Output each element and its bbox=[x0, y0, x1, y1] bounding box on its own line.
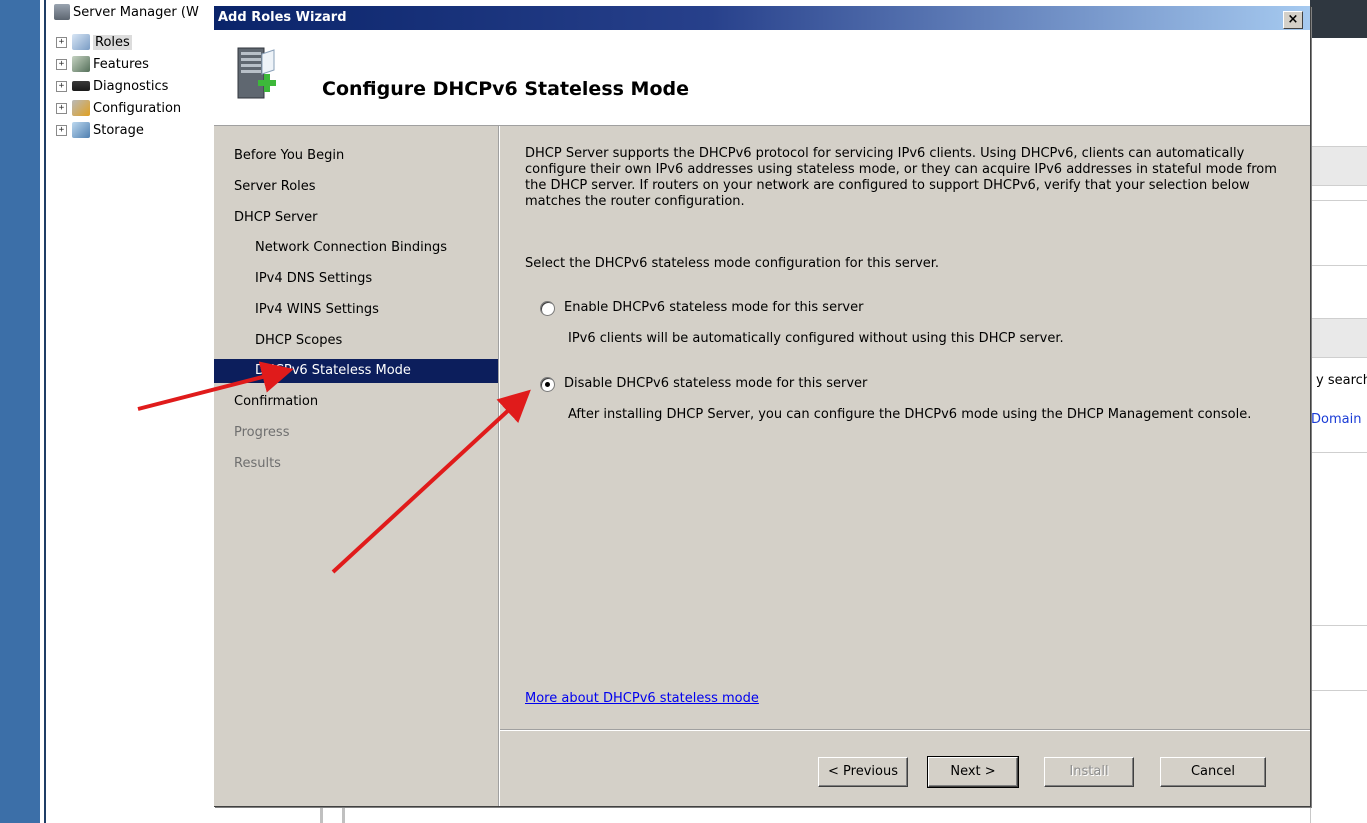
diagnostics-icon bbox=[72, 81, 90, 91]
details-section-body bbox=[1310, 200, 1367, 266]
page-description: DHCP Server supports the DHCPv6 protocol… bbox=[525, 146, 1277, 209]
nav-step-server-roles[interactable]: Server Roles bbox=[234, 175, 316, 199]
tree-item-label: Features bbox=[93, 56, 149, 72]
statusbar-splitter[interactable] bbox=[342, 806, 345, 823]
next-button[interactable]: Next > bbox=[927, 756, 1019, 788]
footer-divider-highlight bbox=[500, 730, 1310, 731]
server-manager-title: Server Manager (W bbox=[73, 4, 199, 20]
nav-step-dhcpv6-stateless-mode[interactable]: DHCPv6 Stateless Mode bbox=[214, 359, 498, 383]
install-button: Install bbox=[1044, 757, 1134, 787]
nav-step-ipv4-wins-settings[interactable]: IPv4 WINS Settings bbox=[255, 298, 379, 322]
nav-step-results: Results bbox=[234, 456, 281, 471]
details-domain-link[interactable]: Domain bbox=[1311, 412, 1361, 427]
wizard-header: Configure DHCPv6 Stateless Mode bbox=[214, 30, 1310, 126]
statusbar-splitter[interactable] bbox=[320, 806, 323, 823]
storage-icon bbox=[72, 122, 90, 138]
enable-stateless-help: IPv6 clients will be automatically confi… bbox=[568, 331, 1064, 346]
nav-step-dhcp-scopes[interactable]: DHCP Scopes bbox=[255, 329, 342, 353]
radio-selected-dot bbox=[545, 382, 550, 387]
page-title: Configure DHCPv6 Stateless Mode bbox=[322, 78, 690, 100]
nav-step-before-you-begin[interactable]: Before You Begin bbox=[234, 144, 344, 168]
selection-prompt: Select the DHCPv6 stateless mode configu… bbox=[525, 256, 940, 271]
details-section-band bbox=[1310, 146, 1367, 186]
nav-step-progress: Progress bbox=[234, 425, 290, 440]
nav-step-dhcp-server[interactable]: DHCP Server bbox=[234, 206, 317, 230]
details-search-text: y search bbox=[1316, 373, 1367, 388]
cancel-button[interactable]: Cancel bbox=[1160, 757, 1266, 787]
tree-root-server-manager[interactable]: Server Manager (W bbox=[54, 3, 199, 21]
details-divider bbox=[1310, 625, 1367, 626]
enable-stateless-label[interactable]: Enable DHCPv6 stateless mode for this se… bbox=[564, 300, 863, 315]
expand-icon[interactable]: + bbox=[56, 80, 67, 92]
roles-icon bbox=[72, 34, 90, 50]
configuration-icon bbox=[72, 100, 90, 116]
server-manager-left-strip bbox=[0, 0, 40, 823]
close-button[interactable]: × bbox=[1283, 11, 1303, 29]
tree-item-roles[interactable]: + Roles bbox=[56, 33, 132, 51]
tree-item-features[interactable]: + Features bbox=[56, 55, 149, 73]
expand-icon[interactable]: + bbox=[56, 102, 67, 114]
tree-item-label: Roles bbox=[93, 34, 132, 50]
disable-stateless-help: After installing DHCP Server, you can co… bbox=[568, 407, 1252, 422]
details-section-band bbox=[1310, 318, 1367, 358]
tree-item-storage[interactable]: + Storage bbox=[56, 121, 144, 139]
expand-icon[interactable]: + bbox=[56, 58, 67, 70]
more-about-link[interactable]: More about DHCPv6 stateless mode bbox=[525, 691, 759, 706]
nav-step-confirmation[interactable]: Confirmation bbox=[234, 390, 318, 414]
enable-stateless-radio[interactable] bbox=[540, 301, 555, 316]
disable-stateless-label[interactable]: Disable DHCPv6 stateless mode for this s… bbox=[564, 376, 867, 391]
wizard-window-title: Add Roles Wizard bbox=[218, 10, 347, 25]
nav-step-network-connection-bindings[interactable]: Network Connection Bindings bbox=[255, 236, 447, 260]
tree-item-label: Diagnostics bbox=[93, 78, 169, 94]
wizard-titlebar[interactable]: Add Roles Wizard × bbox=[214, 6, 1310, 30]
tree-item-diagnostics[interactable]: + Diagnostics bbox=[56, 77, 168, 95]
previous-button[interactable]: < Previous bbox=[818, 757, 908, 787]
server-manager-statusbar bbox=[214, 806, 1310, 823]
server-add-role-icon bbox=[237, 47, 276, 99]
details-divider bbox=[1310, 690, 1367, 691]
add-roles-wizard-window: Add Roles Wizard × Configure DHCPv6 Stat… bbox=[214, 6, 1311, 807]
tree-item-label: Configuration bbox=[93, 100, 182, 116]
nav-step-ipv4-dns-settings[interactable]: IPv4 DNS Settings bbox=[255, 267, 372, 291]
server-manager-tree: Server Manager (W + Roles + Features + D… bbox=[46, 0, 214, 823]
details-header-bar bbox=[1310, 0, 1367, 38]
expand-icon[interactable]: + bbox=[56, 124, 67, 136]
expand-icon[interactable]: + bbox=[56, 36, 67, 48]
server-manager-icon bbox=[54, 4, 70, 20]
disable-stateless-radio[interactable] bbox=[540, 377, 555, 392]
tree-item-label: Storage bbox=[93, 122, 144, 138]
tree-item-configuration[interactable]: + Configuration bbox=[56, 99, 181, 117]
details-divider bbox=[1310, 452, 1367, 453]
features-icon bbox=[72, 56, 90, 72]
